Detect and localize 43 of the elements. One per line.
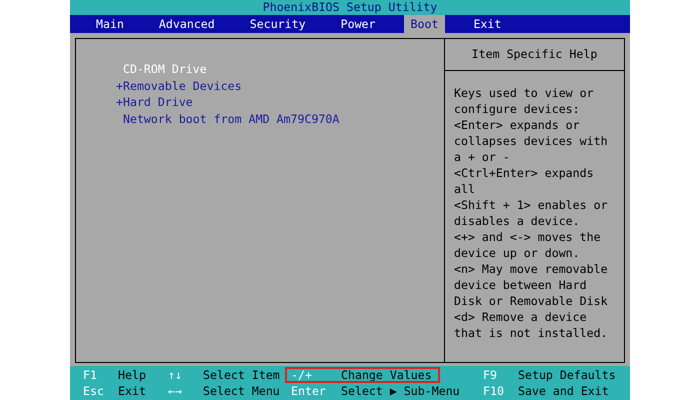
- menu-tab[interactable]: Security: [242, 15, 313, 33]
- key-action: Change Values: [341, 368, 432, 382]
- key-label: F1: [83, 368, 98, 382]
- help-text: that is not installed.: [454, 325, 609, 341]
- menu-tab[interactable]: Main: [89, 15, 131, 33]
- key-action: Exit: [118, 384, 146, 398]
- help-text: Keys used to view or: [454, 85, 595, 101]
- help-text: a + or -: [454, 149, 511, 165]
- window-title: PhoenixBIOS Setup Utility: [262, 0, 438, 15]
- menu-tab[interactable]: Boot: [404, 15, 446, 33]
- key-action: Select Menu: [203, 384, 280, 398]
- help-title: Item Specific Help: [445, 39, 624, 71]
- boot-device-item[interactable]: +Hard Drive: [116, 94, 444, 110]
- key-action: Help: [118, 368, 146, 382]
- key-label: -/+: [291, 368, 313, 382]
- boot-device-item[interactable]: +Removable Devices: [116, 78, 444, 94]
- help-text: <Ctrl+Enter> expands: [454, 165, 595, 181]
- key-label: Enter: [291, 384, 327, 398]
- help-text: <Shift + 1> enables or: [454, 197, 609, 213]
- help-text: <+> and <-> moves the: [454, 229, 602, 245]
- key-action: Save and Exit: [518, 384, 609, 398]
- menu-tab[interactable]: Power: [334, 15, 383, 33]
- key-label: F10: [483, 384, 505, 398]
- help-text: <n> May move removable: [454, 261, 609, 277]
- help-text: disables a device.: [454, 213, 581, 229]
- help-text: device between Hard: [454, 277, 588, 293]
- key-action: Select ▶ Sub-Menu: [341, 384, 460, 398]
- key-action: Select Item: [203, 368, 280, 382]
- help-text: collapses devices with: [454, 133, 609, 149]
- key-label: ←→: [168, 384, 183, 398]
- help-text: Disk or Removable Disk: [454, 293, 609, 309]
- help-text: <d> Remove a device: [454, 309, 588, 325]
- key-label: Esc: [83, 384, 105, 398]
- help-text: configure devices:: [454, 101, 581, 117]
- menu-tab[interactable]: Exit: [466, 15, 508, 33]
- menu-tab[interactable]: Advanced: [152, 15, 222, 33]
- boot-device-item[interactable]: Network boot from AMD Am79C970A: [116, 110, 444, 127]
- help-text: <Enter> expands or: [454, 117, 581, 133]
- key-label: ↑↓: [168, 368, 183, 382]
- key-label: F9: [483, 368, 498, 382]
- key-action: Setup Defaults: [518, 368, 616, 382]
- help-text: all: [454, 181, 476, 197]
- help-text: device up or down.: [454, 245, 581, 261]
